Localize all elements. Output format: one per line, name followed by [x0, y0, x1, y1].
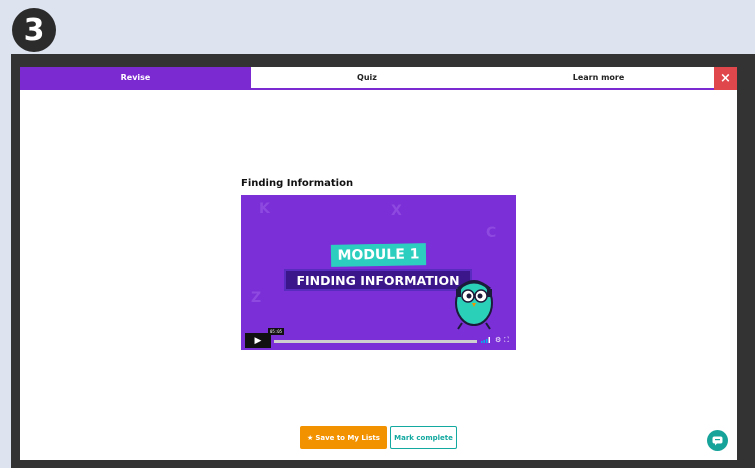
bg-letter-decoration: Z	[251, 290, 262, 306]
step-number-badge: 3	[12, 8, 56, 52]
page-title: Finding Information	[241, 178, 354, 189]
gear-icon[interactable]: ⚙	[495, 336, 501, 344]
close-icon: ×	[720, 71, 731, 86]
volume-icon[interactable]	[481, 337, 491, 343]
video-player[interactable]: K C X Z MODULE 1 FINDING INFORMATION ▶ 0…	[241, 195, 516, 350]
owl-mascot-icon	[455, 280, 493, 330]
tab-quiz[interactable]: Quiz	[251, 67, 483, 88]
save-to-my-lists-button[interactable]: ★ Save to My Lists	[300, 426, 387, 449]
modal-panel: Revise Quiz Learn more × Finding Informa…	[20, 67, 737, 460]
fullscreen-icon[interactable]: ⛶	[504, 336, 509, 345]
video-module-title: FINDING INFORMATION	[284, 269, 472, 291]
play-button[interactable]: ▶	[245, 333, 271, 348]
bg-letter-decoration: C	[486, 225, 497, 241]
tab-revise[interactable]: Revise	[20, 67, 251, 88]
video-progress-bar[interactable]	[274, 340, 477, 343]
mark-button-label: Mark complete	[394, 433, 453, 442]
bg-letter-decoration: K	[259, 201, 270, 217]
chat-icon	[712, 436, 723, 445]
play-icon: ▶	[254, 335, 262, 346]
save-button-label: Save to My Lists	[315, 433, 380, 442]
close-button[interactable]: ×	[714, 67, 737, 90]
star-icon: ★	[307, 433, 314, 442]
video-controls: ▶ 05:05 ⚙ ⛶	[241, 328, 516, 350]
mark-complete-button[interactable]: Mark complete	[390, 426, 457, 449]
tab-learn-more[interactable]: Learn more	[483, 67, 714, 88]
chat-button[interactable]	[707, 430, 728, 451]
video-module-label: MODULE 1	[330, 243, 427, 267]
bg-letter-decoration: X	[391, 203, 402, 219]
tab-bar: Revise Quiz Learn more ×	[20, 67, 737, 90]
video-time: 05:05	[268, 328, 285, 335]
